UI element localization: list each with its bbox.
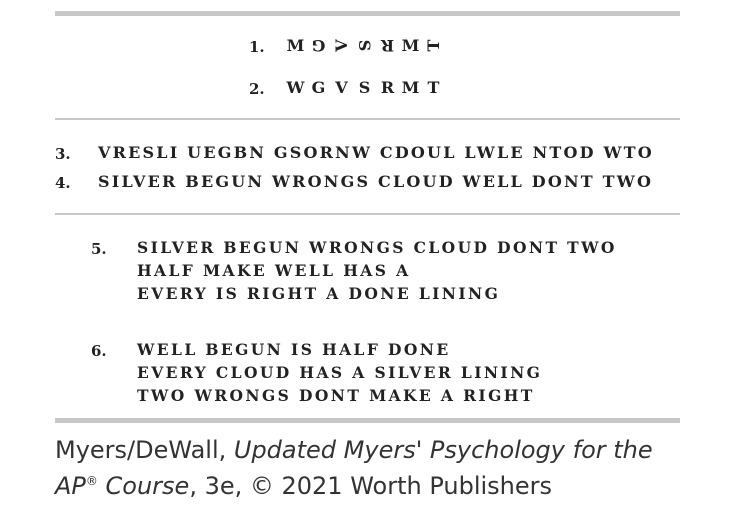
item-2-letters: W G V S R M T [284,78,445,97]
item-2-letter-7: T [427,78,440,97]
item-5-line-1: SILVER BEGUN WRONGS CLOUD DONT TWO [137,238,617,257]
item-5-line-3: EVERY IS RIGHT A DONE LINING [137,284,501,303]
item-2-letter-4: S [358,78,371,97]
item-1-letter-5: R [380,36,395,55]
item-2-letter-1: W [286,78,305,97]
caption-title-part1: Updated Myers' Psychology for the [233,436,653,464]
bottom-rule [55,418,680,423]
item-1-letter-3: V [332,39,351,52]
item-1-letter-7: T [424,39,443,52]
item-5-line-2: HALF MAKE WELL HAS A [137,261,411,280]
item-6-line-2: EVERY CLOUD HAS A SILVER LINING [137,363,543,382]
item-1-letter-6: M [401,36,420,55]
item-2-letter-2: G [311,78,326,97]
caption-title-part3: Course [97,472,190,500]
item-1-letter-1: M [286,36,305,55]
item-4-text: SILVER BEGUN WRONGS CLOUD WELL DONT TWO [98,172,654,191]
caption-line-1: Myers/DeWall, Updated Myers' Psychology … [55,436,653,464]
item-3-number: 3. [55,145,71,163]
item-1-letter-4: S [355,39,374,52]
item-2-letter-3: V [335,78,348,97]
item-1-letters: M G V S R M T [284,36,445,55]
item-6-line-3: TWO WRONGS DONT MAKE A RIGHT [137,386,535,405]
item-1-number: 1. [249,38,265,56]
caption-authors: Myers/DeWall, [55,436,234,464]
item-4-number: 4. [55,174,71,192]
caption-line-2: AP® Course, 3e, © 2021 Worth Publishers [55,472,552,500]
item-1-letter-2: G [311,36,326,55]
item-2-letter-5: R [380,78,395,97]
item-3-text: VRESLI UEGBN GSORNW CDOUL LWLE NTOD WTO [98,143,654,162]
caption-title-part2: AP [55,472,86,500]
caption-edition: , 3e, © 2021 Worth Publishers [189,472,553,500]
registered-mark: ® [85,474,98,488]
item-2-letter-6: M [401,78,420,97]
item-5-number: 5. [91,240,107,258]
item-2-number: 2. [249,80,265,98]
item-6-line-1: WELL BEGUN IS HALF DONE [137,340,451,359]
divider-rule-1 [55,118,680,120]
item-6-number: 6. [91,342,107,360]
top-rule [55,11,680,16]
divider-rule-2 [55,213,680,215]
